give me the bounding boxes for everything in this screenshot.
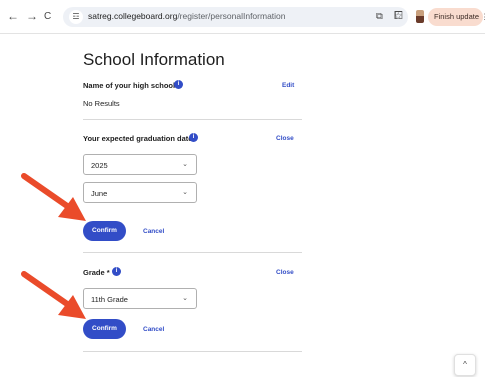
annotation-arrows [21, 173, 86, 319]
annotation-arrow [21, 173, 86, 221]
annotation-arrow [21, 271, 86, 319]
scroll-to-top-icon[interactable]: ^ [454, 354, 476, 376]
